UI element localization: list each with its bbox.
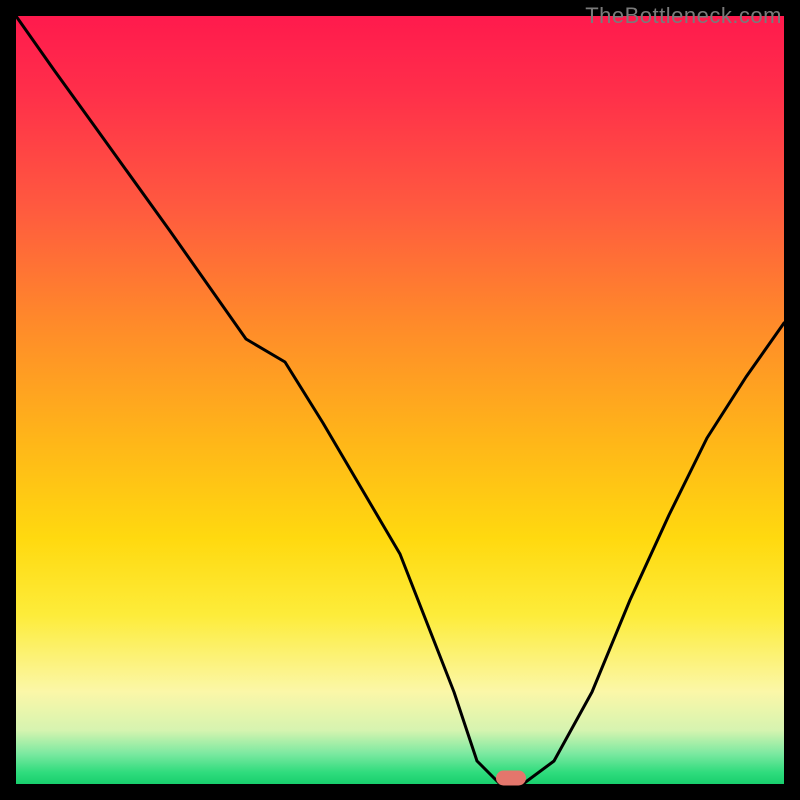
curve-path [16, 16, 784, 784]
optimal-marker [496, 771, 526, 786]
chart-frame: TheBottleneck.com [0, 0, 800, 800]
bottleneck-curve [16, 16, 784, 784]
plot-area [16, 16, 784, 784]
watermark-text: TheBottleneck.com [585, 3, 782, 29]
